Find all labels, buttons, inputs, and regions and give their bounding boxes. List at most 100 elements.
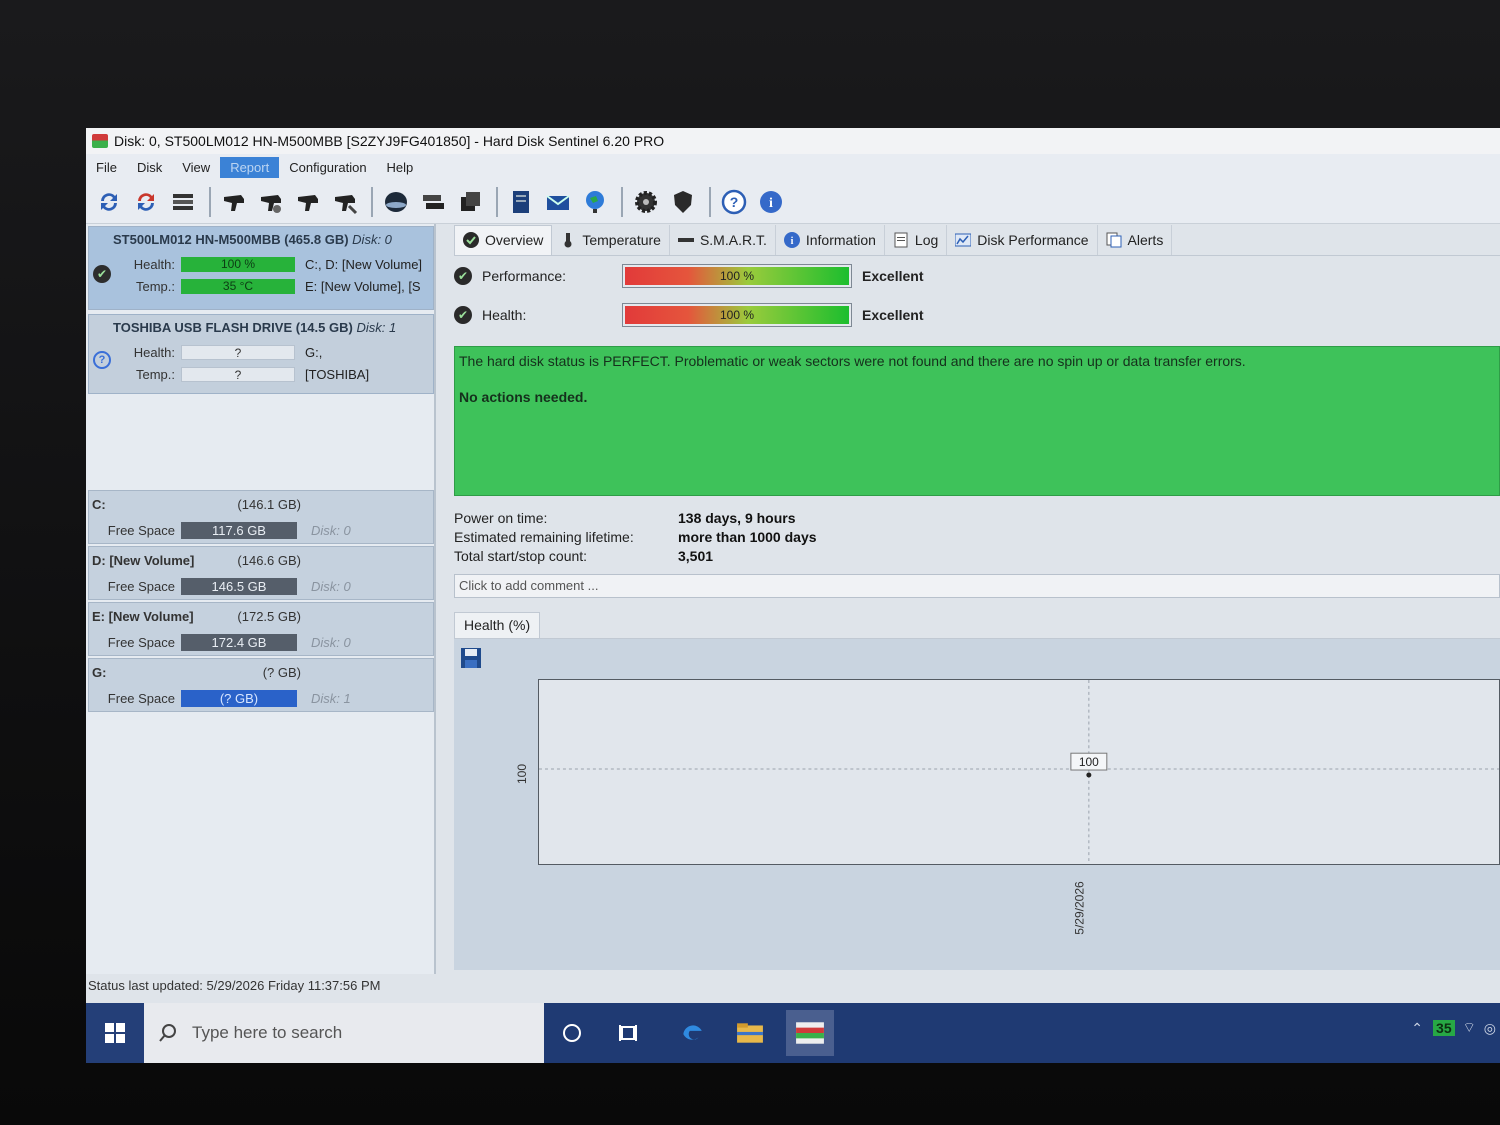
document-icon: [893, 232, 909, 248]
hdd-test-icon[interactable]: [254, 185, 288, 219]
volume-size: (146.6 GB): [237, 552, 301, 568]
tab-label: Alerts: [1127, 231, 1164, 248]
toolbar-separator: [709, 186, 711, 217]
performance-label: Performance:: [482, 268, 567, 284]
gear-icon[interactable]: [629, 185, 663, 219]
volume-name: C:: [92, 496, 106, 512]
volume-c[interactable]: C: (146.1 GB) Free Space 117.6 GB Disk: 0: [88, 490, 434, 544]
health-row: Health: ? G:,: [89, 341, 433, 363]
tab-alerts[interactable]: Alerts: [1098, 224, 1173, 255]
health-row: ✔ Health: 100 % Excellent: [454, 301, 1054, 329]
hdd-settings-icon[interactable]: [328, 185, 362, 219]
refresh-all-icon[interactable]: [129, 185, 163, 219]
free-space-label: Free Space: [107, 690, 175, 706]
menu-bar: File Disk View Report Configuration Help: [86, 154, 1500, 180]
check-icon: ✔: [454, 306, 472, 324]
info-value: 3,501: [678, 548, 714, 564]
health-bar: ?: [181, 344, 295, 360]
info-value: 138 days, 9 hours: [678, 510, 796, 526]
volume-e[interactable]: E: [New Volume] (172.5 GB) Free Space 172.…: [88, 602, 434, 656]
performance-bar: 100 %: [622, 264, 852, 288]
toolbar-separator: [496, 186, 498, 217]
info-row: Total start/stop count: 3,501: [454, 548, 817, 567]
volume-g[interactable]: G: (? GB) Free Space (? GB) Disk: 1: [88, 658, 434, 712]
disk-icon[interactable]: [379, 185, 413, 219]
tab-bar: Overview Temperature S.M.A.R.T. i Inform…: [454, 224, 1500, 256]
disk-size: (465.8 GB): [284, 232, 349, 247]
info-icon: i: [783, 231, 800, 248]
health-label: Health:: [482, 307, 527, 323]
email-icon[interactable]: [541, 185, 575, 219]
toolbar-separator: [209, 186, 211, 217]
edge-icon[interactable]: [670, 1013, 714, 1053]
help-icon[interactable]: ?: [717, 185, 751, 219]
taskbar-search[interactable]: Type here to search: [144, 1003, 544, 1063]
menu-file[interactable]: File: [86, 157, 127, 178]
hard-disk-sentinel-taskbar-icon[interactable]: [786, 1010, 834, 1056]
free-space-bar: 146.5 GB: [181, 577, 297, 595]
tab-overview[interactable]: Overview: [454, 224, 553, 255]
disk-name: TOSHIBA USB FLASH DRIVE: [113, 320, 293, 335]
backup-icon[interactable]: [453, 185, 487, 219]
tab-information[interactable]: i Information: [776, 224, 885, 255]
data-point: [1086, 772, 1092, 778]
hdd-icon[interactable]: [217, 185, 251, 219]
info-key: Total start/stop count:: [454, 548, 588, 564]
hdd-info-icon[interactable]: [291, 185, 325, 219]
menu-help[interactable]: Help: [377, 157, 424, 178]
temp-bar: ?: [181, 366, 295, 382]
info-key: Estimated remaining lifetime:: [454, 529, 634, 545]
info-icon[interactable]: i: [754, 185, 788, 219]
file-explorer-icon[interactable]: [728, 1013, 772, 1053]
tab-disk-performance[interactable]: Disk Performance: [947, 224, 1098, 255]
start-button[interactable]: [86, 1003, 144, 1063]
tab-health-chart[interactable]: Health (%): [454, 612, 541, 638]
volume-disk: Disk: 0: [311, 522, 351, 538]
drives-icon[interactable]: [416, 185, 450, 219]
comment-field[interactable]: Click to add comment ...: [454, 574, 1500, 598]
smart-icon: [677, 232, 694, 248]
svg-text:i: i: [790, 236, 793, 247]
chevron-up-icon[interactable]: ⌃: [1401, 1020, 1433, 1037]
network-icon[interactable]: [578, 185, 612, 219]
health-bar: 100 %: [622, 303, 852, 327]
tab-label: Log: [914, 231, 939, 248]
menu-configuration[interactable]: Configuration: [279, 157, 376, 178]
performance-chart-icon: [954, 232, 972, 248]
svg-text:?: ?: [730, 194, 739, 210]
save-icon[interactable]: [460, 647, 482, 669]
free-space-bar: 172.4 GB: [181, 633, 297, 651]
tab-label: Overview: [485, 232, 544, 248]
tab-label: Temperature: [582, 231, 661, 248]
volume-d[interactable]: D: [New Volume] (146.6 GB) Free Space 146.…: [88, 546, 434, 600]
shield-icon[interactable]: [666, 185, 700, 219]
health-row: Health: 100 % C:, D: [New Volume]: [89, 253, 433, 275]
data-label: 100: [1079, 755, 1099, 769]
volume-size: (172.5 GB): [237, 608, 301, 624]
search-placeholder: Type here to search: [192, 1023, 343, 1042]
menu-view[interactable]: View: [172, 157, 220, 178]
check-icon: ✔: [454, 267, 472, 285]
tab-smart[interactable]: S.M.A.R.T.: [670, 224, 776, 255]
volume-size: (? GB): [262, 664, 301, 680]
menu-disk[interactable]: Disk: [127, 157, 172, 178]
task-view-icon[interactable]: [606, 1013, 650, 1053]
disk-card-0[interactable]: ST500LM012 HN-M500MBB (465.8 GB) Disk: 0…: [88, 226, 434, 310]
refresh-icon[interactable]: [92, 185, 126, 219]
disk-card-1[interactable]: TOSHIBA USB FLASH DRIVE (14.5 GB) Disk: …: [88, 314, 434, 394]
list-icon[interactable]: [166, 185, 200, 219]
toolbar: ? i: [86, 180, 1500, 224]
cortana-icon[interactable]: [550, 1013, 594, 1053]
free-space-bar: (? GB): [181, 689, 297, 707]
network-icon[interactable]: ⌔: [1463, 1019, 1476, 1037]
tab-log[interactable]: Log: [885, 224, 948, 255]
globe-icon[interactable]: ◎: [1484, 1020, 1496, 1037]
report-icon[interactable]: [504, 185, 538, 219]
volume-disk: Disk: 0: [311, 634, 351, 650]
free-space-label: Free Space: [107, 578, 175, 594]
tab-temperature[interactable]: Temperature: [552, 224, 670, 255]
y-tick-label: 100: [515, 763, 530, 785]
tray-badge[interactable]: 35: [1433, 1020, 1455, 1036]
health-chart: 100: [538, 679, 1500, 865]
menu-report[interactable]: Report: [220, 156, 280, 178]
